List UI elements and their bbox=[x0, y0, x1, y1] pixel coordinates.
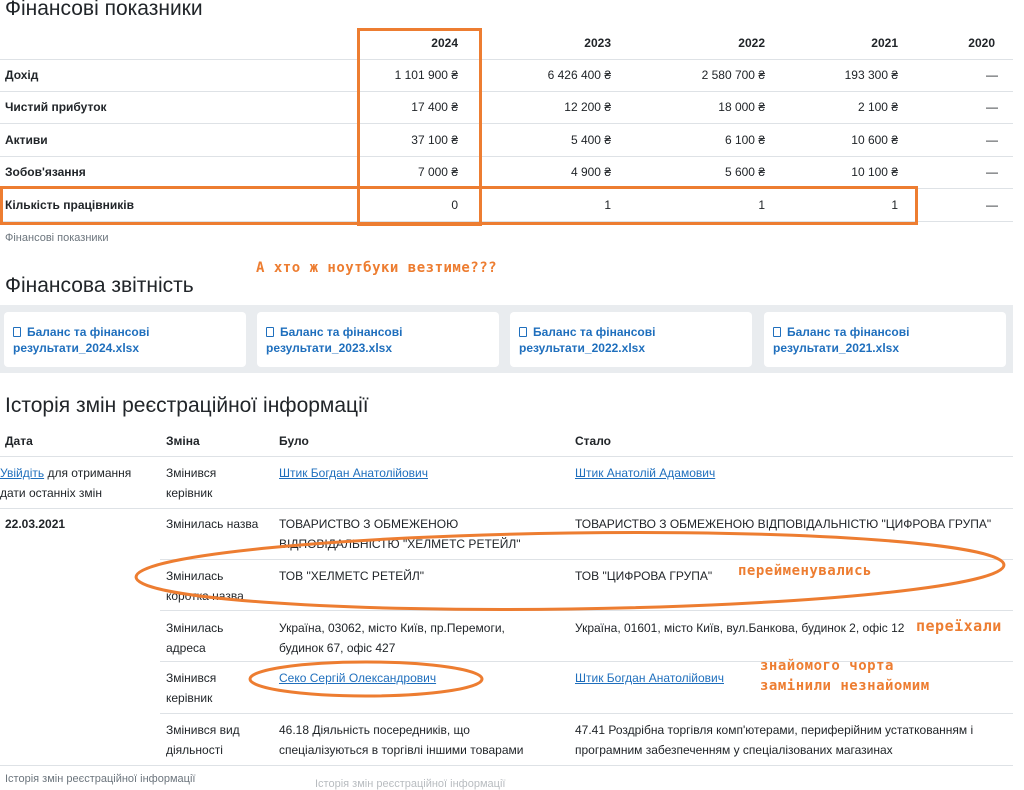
annotation-replaced-line2: замінили незнайомим bbox=[760, 678, 930, 694]
renamed-ellipse bbox=[134, 531, 1006, 611]
annotation-moved: переїхали bbox=[916, 617, 1002, 635]
annotation-renamed: перейменувались bbox=[738, 563, 872, 579]
annotation-replaced-line1: знайомого чорта bbox=[760, 658, 894, 674]
director-ellipse bbox=[248, 660, 484, 698]
